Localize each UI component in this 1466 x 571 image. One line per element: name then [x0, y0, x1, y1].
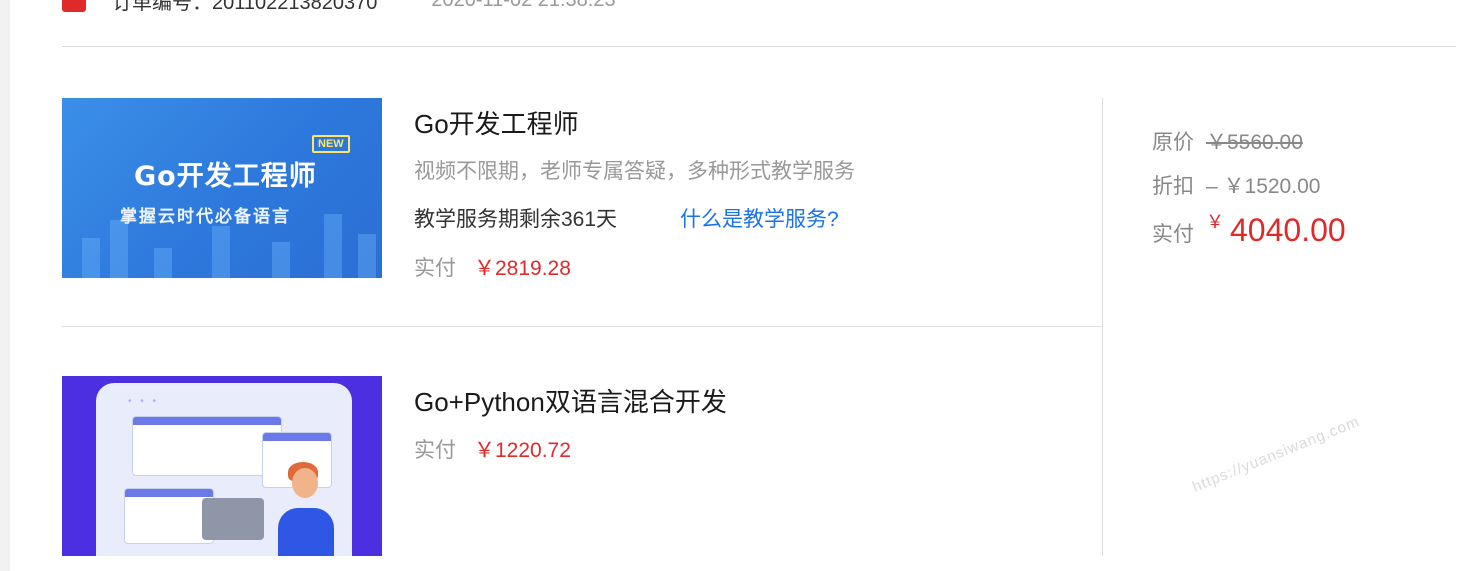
item-divider: [62, 326, 1103, 327]
order-time: 2020-11-02 21:38:23: [431, 0, 615, 12]
summary-separator: [1102, 98, 1103, 556]
discount-label: 折扣: [1152, 175, 1194, 198]
illustration-window: [132, 416, 282, 476]
order-number: 订单编号：201102213820370: [112, 0, 378, 14]
item-paid-row: 实付 ￥2819.28: [414, 252, 571, 282]
new-badge: NEW: [312, 135, 350, 153]
course-title-go[interactable]: Go开发工程师: [414, 104, 579, 141]
order-header: 订单编号：201102213820370 2020-11-02 21:38:23: [62, 0, 616, 14]
total-row: 实付 ￥ 4040.00: [1152, 212, 1346, 249]
thumbnail-title: Go开发工程师: [134, 161, 317, 192]
discount-value: – ￥1520.00: [1206, 175, 1321, 198]
paid-amount: ￥1220.72: [474, 439, 571, 462]
header-divider: [62, 46, 1456, 47]
paid-label: 实付: [414, 439, 456, 462]
laptop-icon: [202, 498, 264, 540]
illustration-window: [124, 488, 214, 544]
service-remaining: 教学服务期剩余361天: [414, 208, 618, 231]
course-thumbnail-go-python[interactable]: • • •: [62, 376, 382, 556]
course-description: 视频不限期，老师专属答疑，多种形式教学服务: [414, 160, 855, 183]
total-label: 实付: [1152, 223, 1194, 246]
total-amount: 4040.00: [1230, 212, 1346, 248]
original-price-value: ￥5560.00: [1206, 131, 1303, 154]
original-price-row: 原价 ￥5560.00: [1152, 126, 1303, 156]
what-is-service-link[interactable]: 什么是教学服务?: [680, 203, 839, 233]
total-currency: ￥: [1206, 212, 1224, 232]
person-illustration: [278, 508, 334, 556]
order-icon: [62, 0, 86, 12]
item-paid-row: 实付 ￥1220.72: [414, 434, 571, 464]
thumbnail-subtitle: 掌握云时代必备语言: [120, 207, 291, 227]
discount-row: 折扣 – ￥1520.00: [1152, 170, 1320, 200]
paid-label: 实付: [414, 257, 456, 280]
original-price-label: 原价: [1152, 131, 1194, 154]
paid-amount: ￥2819.28: [474, 257, 571, 280]
course-thumbnail-go[interactable]: NEW Go开发工程师 掌握云时代必备语言: [62, 98, 382, 278]
course-title-go-python[interactable]: Go+Python双语言混合开发: [414, 382, 727, 419]
